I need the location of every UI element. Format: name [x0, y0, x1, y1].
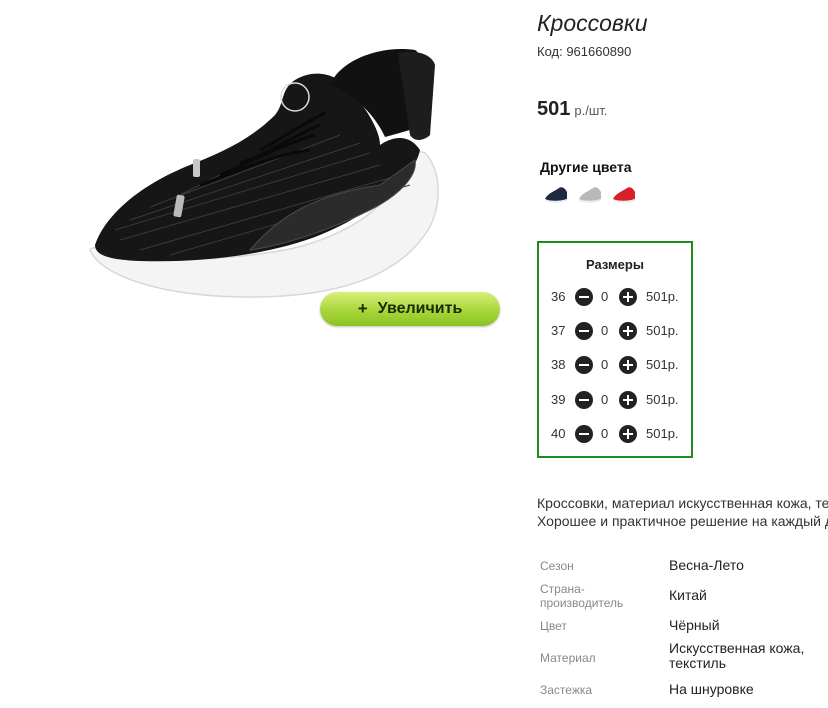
decrease-quantity-button[interactable] — [575, 322, 593, 340]
size-price: 501р. — [646, 426, 679, 441]
size-label: 36 — [551, 289, 566, 304]
size-price: 501р. — [646, 289, 679, 304]
size-row: 36 0 501р. — [539, 285, 691, 309]
property-value: Чёрный — [669, 617, 720, 633]
increase-quantity-button[interactable] — [619, 322, 637, 340]
product-title: Кроссовки — [537, 10, 648, 36]
property-key: Застежка — [540, 683, 593, 697]
increase-quantity-button[interactable] — [619, 425, 637, 443]
quantity-value: 0 — [601, 426, 609, 441]
product-description: Кроссовки, материал искусственная кожа, … — [537, 494, 828, 530]
quantity-value: 0 — [601, 392, 609, 407]
property-key: Цвет — [540, 619, 567, 633]
size-row: 40 0 501р. — [539, 422, 691, 446]
zoom-button[interactable]: + Увеличить — [320, 292, 500, 326]
property-value: Искусственная кожа, текстиль — [669, 640, 805, 671]
size-label: 38 — [551, 357, 566, 372]
decrease-quantity-button[interactable] — [575, 356, 593, 374]
sizes-title: Размеры — [586, 257, 644, 272]
description-line: Хорошее и практичное решение на каждый д… — [537, 513, 828, 529]
zoom-button-label: Увеличить — [377, 300, 463, 317]
increase-quantity-button[interactable] — [619, 288, 637, 306]
size-label: 40 — [551, 426, 566, 441]
quantity-value: 0 — [601, 357, 609, 372]
price-unit: р./шт. — [574, 103, 608, 118]
size-price: 501р. — [646, 392, 679, 407]
size-row: 39 0 501р. — [539, 388, 691, 412]
size-label: 39 — [551, 392, 566, 407]
property-value: На шнуровке — [669, 681, 754, 697]
color-swatch-grey[interactable] — [577, 183, 603, 205]
increase-quantity-button[interactable] — [619, 356, 637, 374]
other-colors-title: Другие цвета — [540, 159, 632, 175]
color-swatch-red[interactable] — [611, 183, 637, 205]
product-price: 501 р./шт. — [537, 98, 607, 121]
size-price: 501р. — [646, 357, 679, 372]
property-key: Материал — [540, 651, 596, 665]
decrease-quantity-button[interactable] — [575, 288, 593, 306]
property-value: Весна-Лето — [669, 557, 744, 573]
decrease-quantity-button[interactable] — [575, 391, 593, 409]
color-swatch-navy[interactable] — [543, 183, 569, 205]
sizes-panel: Размеры 36 0 501р. 37 0 501р. 38 0 501р.… — [537, 241, 693, 458]
decrease-quantity-button[interactable] — [575, 425, 593, 443]
size-label: 37 — [551, 323, 566, 338]
description-line: Кроссовки, материал искусственная кожа, … — [537, 495, 828, 511]
product-image[interactable] — [80, 35, 450, 310]
size-row: 37 0 501р. — [539, 319, 691, 343]
sneaker-image — [89, 49, 439, 298]
product-code: Код: 961660890 — [537, 44, 632, 59]
size-price: 501р. — [646, 323, 679, 338]
size-row: 38 0 501р. — [539, 353, 691, 377]
plus-icon: + — [357, 299, 368, 318]
property-key: Сезон — [540, 559, 574, 573]
quantity-value: 0 — [601, 289, 609, 304]
quantity-value: 0 — [601, 323, 609, 338]
property-value: Китай — [669, 587, 707, 603]
price-value: 501 — [537, 98, 571, 120]
property-key: Страна-производитель — [540, 582, 624, 610]
increase-quantity-button[interactable] — [619, 391, 637, 409]
color-swatches — [543, 183, 637, 205]
